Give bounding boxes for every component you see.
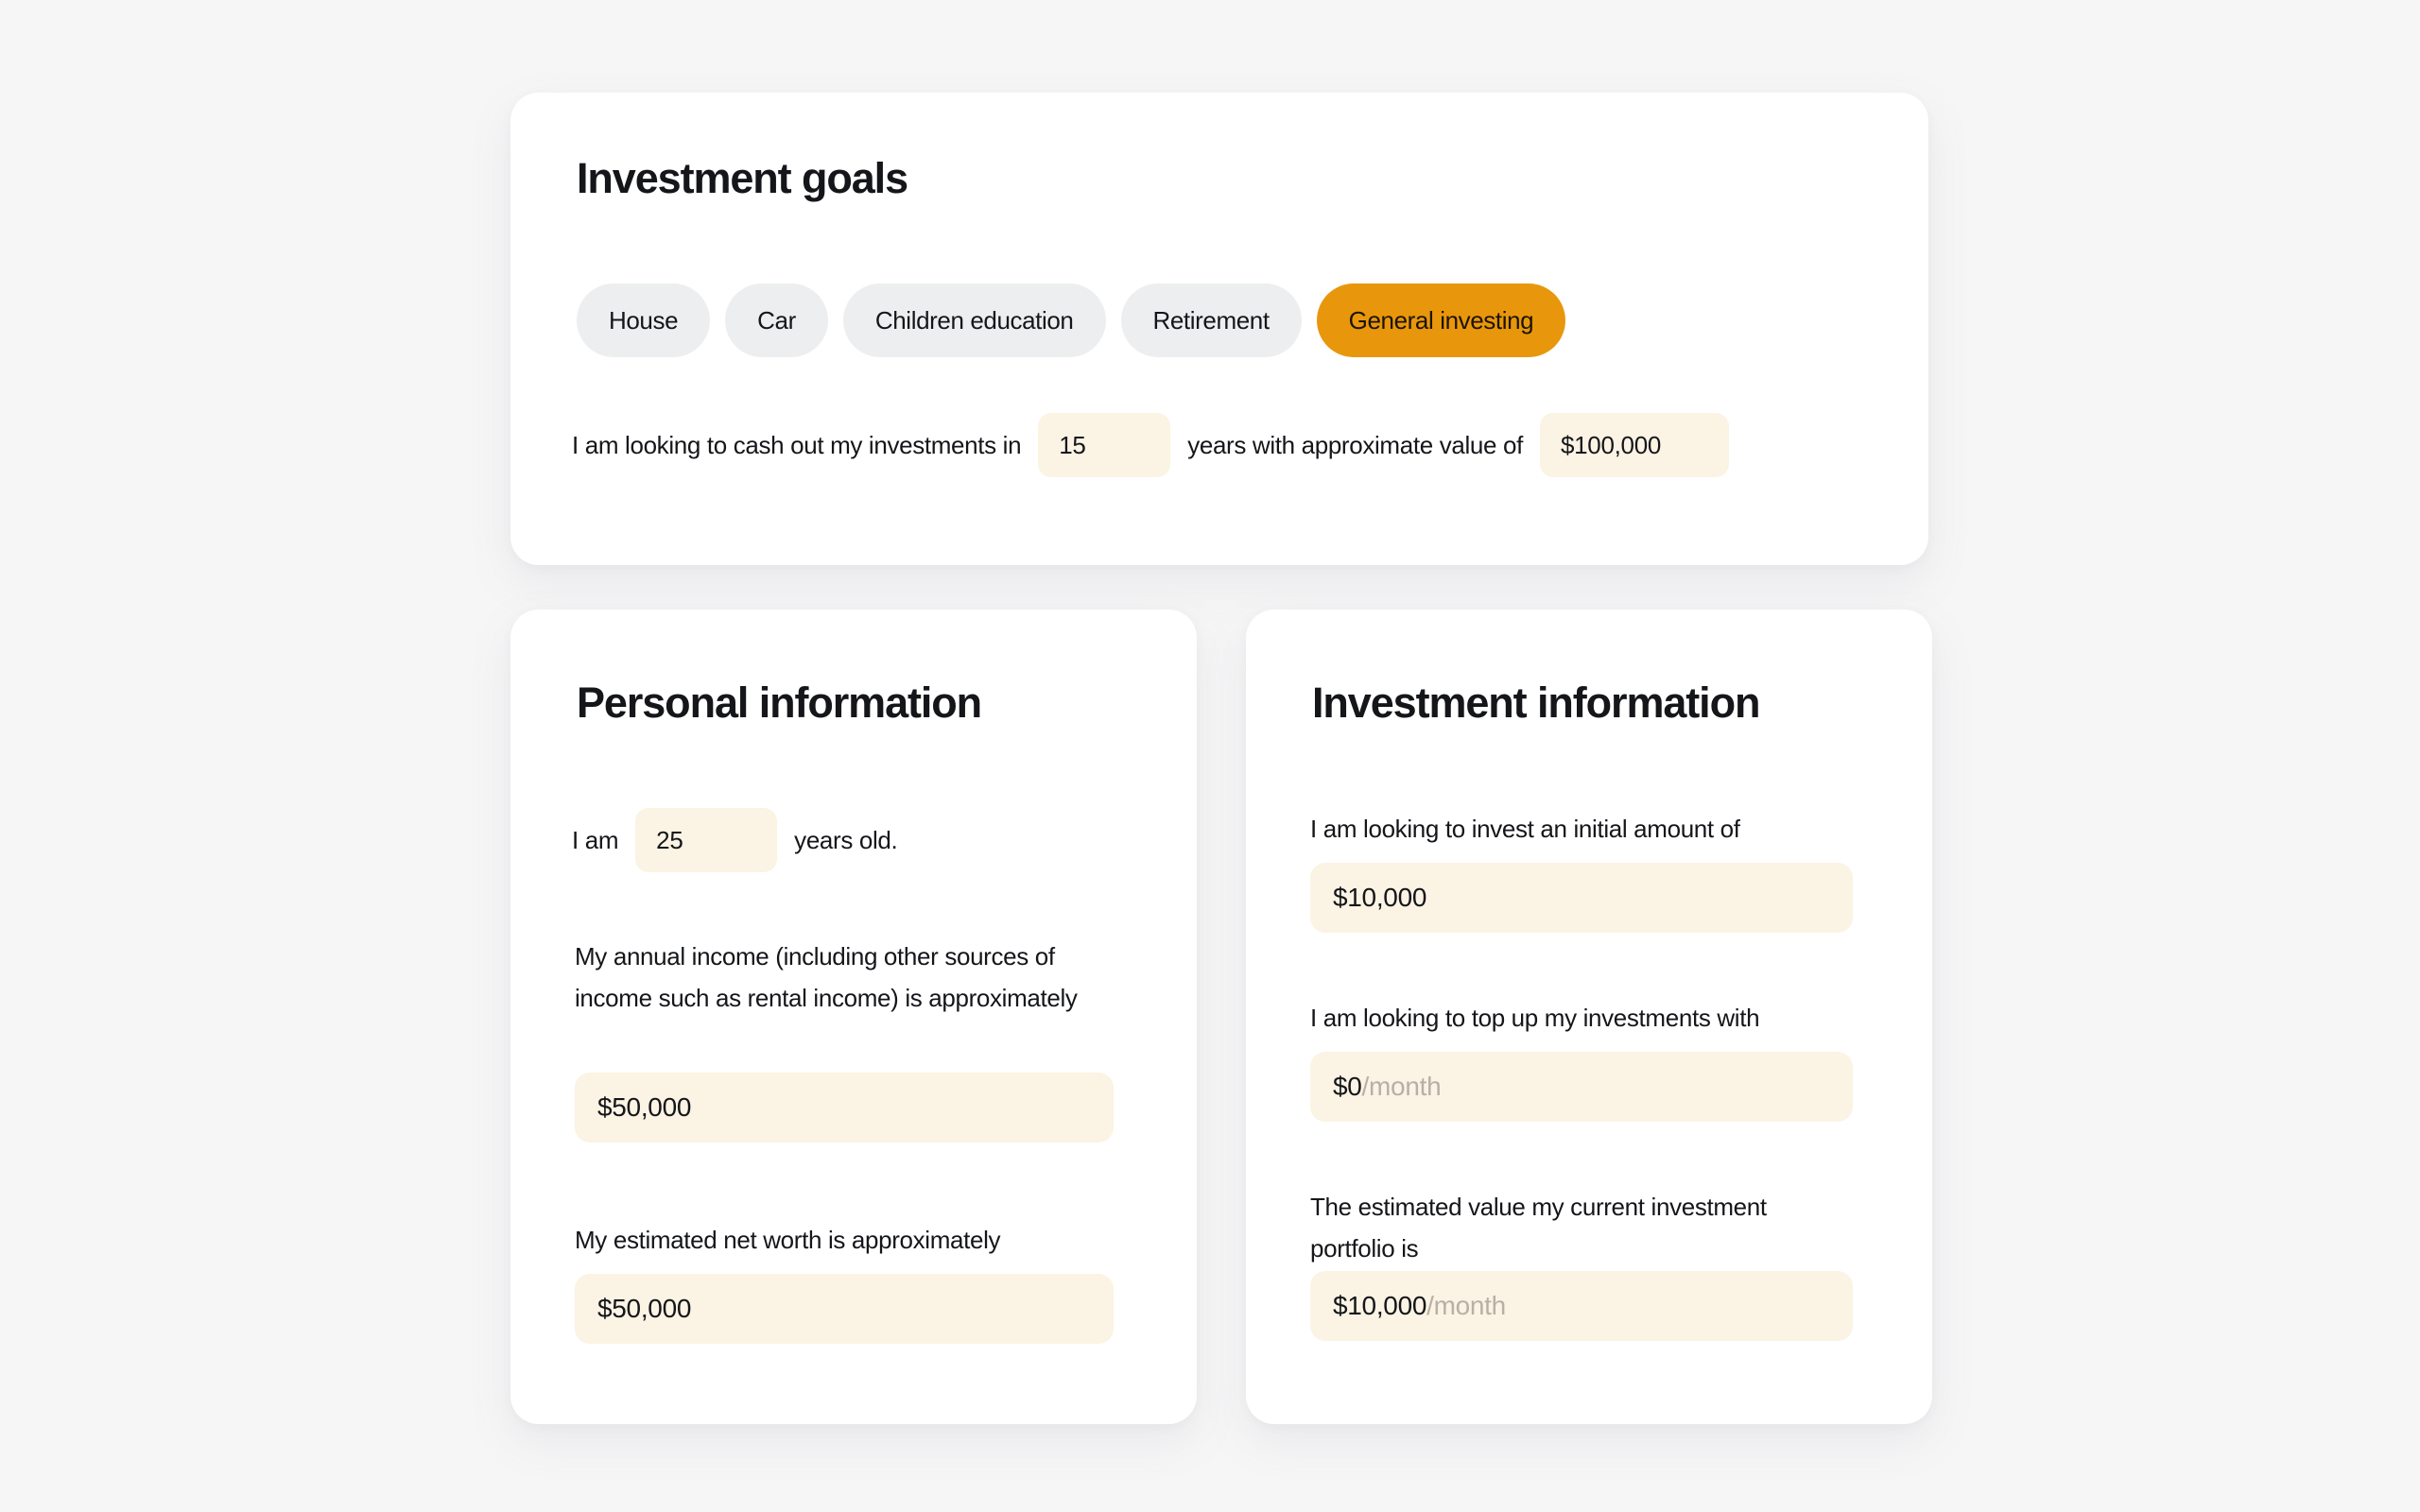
current-portfolio-input[interactable]: $10,000/month <box>1310 1271 1853 1341</box>
top-up-value: $0 <box>1333 1072 1362 1101</box>
top-up-suffix: /month <box>1361 1072 1442 1101</box>
goal-pill-general-investing[interactable]: General investing <box>1316 284 1566 357</box>
annual-income-label: My annual income (including other source… <box>575 942 1078 1012</box>
net-worth-input[interactable]: $50,000 <box>575 1274 1114 1344</box>
top-up-input[interactable]: $0/month <box>1310 1052 1853 1122</box>
personal-information-title: Personal information <box>577 679 982 727</box>
current-portfolio-value: $10,000 <box>1333 1291 1427 1320</box>
cash-out-sentence: I am looking to cash out my investments … <box>572 413 1729 477</box>
initial-amount-label: I am looking to invest an initial amount… <box>1310 815 1740 843</box>
annual-income-input[interactable]: $50,000 <box>575 1073 1114 1143</box>
age-trail-text: years old. <box>794 826 898 854</box>
age-input[interactable]: 25 <box>635 808 778 872</box>
age-lead-text: I am <box>572 826 619 854</box>
page-root: Investment goals House Car Children educ… <box>0 0 2420 1512</box>
age-sentence: I am 25 years old. <box>572 808 898 872</box>
investment-information-title: Investment information <box>1312 679 1760 727</box>
goal-pill-retirement[interactable]: Retirement <box>1120 284 1302 357</box>
top-up-label: I am looking to top up my investments wi… <box>1310 1004 1760 1032</box>
goal-pill-car[interactable]: Car <box>725 284 828 357</box>
current-portfolio-suffix: /month <box>1426 1291 1506 1320</box>
initial-amount-input[interactable]: $10,000 <box>1310 863 1853 933</box>
page-title: Investment goals <box>577 154 908 202</box>
current-portfolio-label: The estimated value my current investmen… <box>1310 1193 1767 1263</box>
goal-pill-house[interactable]: House <box>577 284 711 357</box>
goal-pill-children-education[interactable]: Children education <box>842 284 1106 357</box>
cash-out-years-input[interactable]: 15 <box>1038 413 1171 477</box>
cash-out-middle-text: years with approximate value of <box>1187 431 1523 459</box>
net-worth-label: My estimated net worth is approximately <box>575 1226 1001 1254</box>
cash-out-target-value-input[interactable]: $100,000 <box>1539 413 1729 477</box>
cash-out-lead-text: I am looking to cash out my investments … <box>572 431 1022 459</box>
goal-pill-group: House Car Children education Retirement … <box>577 284 1566 357</box>
